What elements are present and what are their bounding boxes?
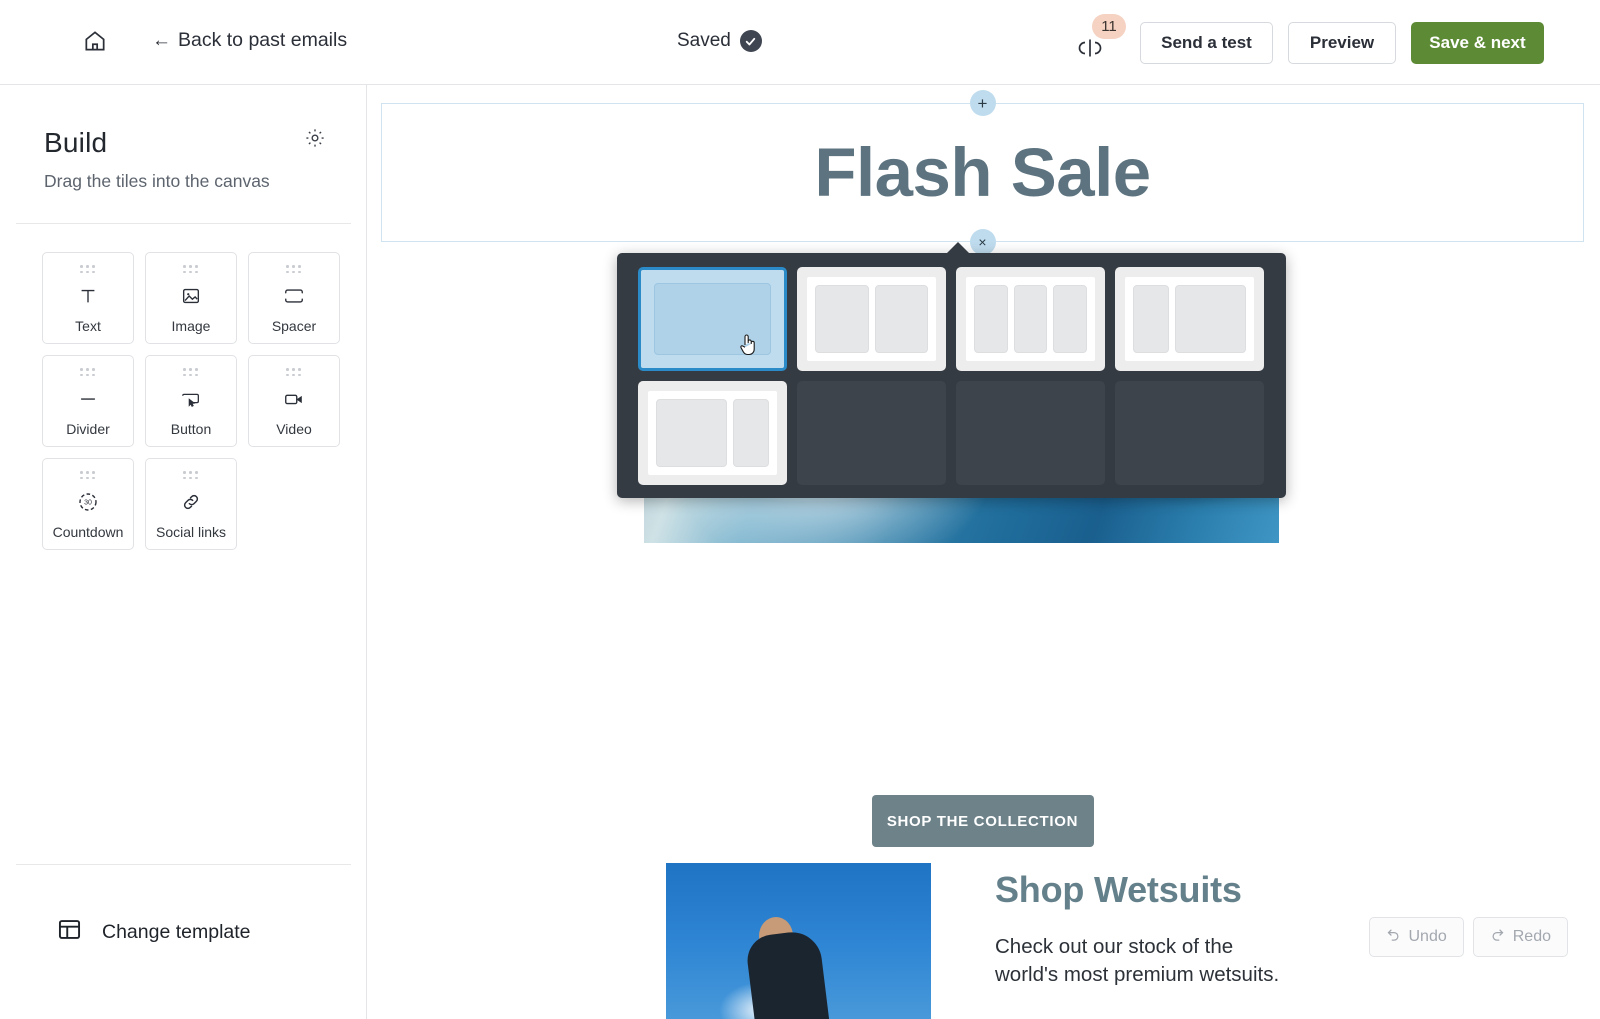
back-link-label: Back to past emails (178, 29, 348, 51)
drag-handle-icon[interactable] (183, 265, 199, 274)
wetsuits-image[interactable] (666, 863, 931, 1019)
drag-handle-icon[interactable] (183, 471, 199, 480)
redo-button[interactable]: Redo (1472, 917, 1568, 957)
layout-option-three-column-equal[interactable] (956, 267, 1105, 371)
tile-image[interactable]: Image (145, 252, 237, 344)
tile-label: Text (75, 318, 101, 334)
undo-arrow-icon (1386, 927, 1401, 947)
button-icon (179, 377, 203, 421)
tile-divider[interactable]: Divider (42, 355, 134, 447)
svg-text:30: 30 (84, 500, 92, 507)
tile-label: Spacer (271, 318, 317, 334)
layout-options-grid (638, 267, 1286, 485)
layout-empty-slot (956, 381, 1105, 485)
change-template-label: Change template (102, 921, 251, 943)
drag-handle-icon[interactable] (286, 265, 302, 274)
settings-button[interactable] (304, 127, 326, 154)
tile-social-links[interactable]: Social links (145, 458, 237, 550)
tile-label: Video (276, 421, 312, 437)
shop-the-collection-button[interactable]: SHOP THE COLLECTION (871, 795, 1094, 847)
drag-handle-icon[interactable] (286, 368, 302, 377)
tile-spacer[interactable]: Spacer (248, 252, 340, 344)
gear-icon (304, 129, 326, 153)
add-block-button[interactable]: + (969, 90, 996, 116)
wetsuits-title: Shop Wetsuits (995, 869, 1242, 910)
tile-label: Image (171, 318, 211, 334)
remove-block-button[interactable]: × (969, 229, 996, 255)
tile-video[interactable]: Video (248, 355, 340, 447)
undo-button[interactable]: Undo (1368, 917, 1464, 957)
sidebar-subtitle: Drag the tiles into the canvas (44, 171, 270, 191)
build-sidebar: Build Drag the tiles into the canvas Tex… (0, 85, 367, 1019)
tile-countdown[interactable]: 30 Countdown (42, 458, 134, 550)
tile-label: Button (170, 421, 212, 437)
tile-label: Countdown (52, 524, 124, 540)
hero-title: Flash Sale (814, 134, 1151, 211)
drag-handle-icon[interactable] (80, 471, 96, 480)
spacer-icon (282, 274, 306, 318)
link-icon (180, 480, 202, 524)
tile-label: Divider (66, 421, 110, 437)
save-status: Saved (677, 30, 762, 52)
tile-palette: Text Image Spacer Divider Button Video 3… (42, 252, 358, 550)
sidebar-divider (16, 223, 351, 224)
undo-label: Undo (1408, 928, 1447, 945)
image-person-body (744, 929, 832, 1019)
collaborators-button[interactable]: 11 (1072, 14, 1126, 66)
wetsuits-section: Shop Wetsuits Check out our stock of the… (666, 863, 1316, 1019)
layout-icon (56, 916, 83, 949)
change-template-button[interactable]: Change template (56, 916, 251, 949)
history-controls: Undo Redo (1368, 917, 1568, 957)
preview-button[interactable]: Preview (1288, 22, 1396, 64)
redo-label: Redo (1512, 928, 1551, 945)
tile-text[interactable]: Text (42, 252, 134, 344)
text-icon (77, 274, 99, 318)
tile-button[interactable]: Button (145, 355, 237, 447)
email-builder-app: ← Back to past emails Saved 11 Send a te… (0, 0, 1600, 1019)
layout-option-two-column-wide-narrow[interactable] (638, 381, 787, 485)
layout-empty-slot (797, 381, 946, 485)
popup-pointer (947, 242, 969, 253)
check-circle-icon (739, 30, 762, 52)
home-button[interactable] (78, 26, 112, 60)
layout-option-two-column-narrow-wide[interactable] (1115, 267, 1264, 371)
email-document: + Flash Sale × SHOP THE COLLECTION Shop … (381, 90, 1584, 1019)
save-and-next-button[interactable]: Save & next (1411, 22, 1544, 64)
sidebar-title: Build (44, 127, 108, 158)
layout-option-one-column[interactable] (638, 267, 787, 371)
drag-handle-icon[interactable] (80, 368, 96, 377)
save-status-label: Saved (677, 30, 731, 51)
countdown-icon: 30 (76, 480, 100, 524)
sidebar-header: Build Drag the tiles into the canvas (0, 85, 366, 192)
divider-icon (76, 377, 100, 421)
drag-handle-icon[interactable] (80, 265, 96, 274)
layout-option-two-column-equal[interactable] (797, 267, 946, 371)
redo-arrow-icon (1490, 927, 1505, 947)
back-to-past-emails-link[interactable]: ← Back to past emails (152, 29, 347, 52)
wetsuits-copy: Shop Wetsuits Check out our stock of the… (995, 863, 1295, 1019)
hero-text-block[interactable]: + Flash Sale × (381, 90, 1584, 255)
video-icon (282, 377, 306, 421)
layout-picker-popup (617, 242, 1286, 498)
drag-handle-icon[interactable] (183, 368, 199, 377)
layout-empty-slot (1115, 381, 1264, 485)
back-arrow-icon: ← (152, 30, 171, 51)
email-canvas[interactable]: + Flash Sale × SHOP THE COLLECTION Shop … (367, 85, 1600, 1019)
top-toolbar: ← Back to past emails Saved 11 Send a te… (0, 0, 1600, 85)
send-a-test-button[interactable]: Send a test (1140, 22, 1273, 64)
sidebar-footer-divider (16, 864, 351, 865)
tile-label: Social links (155, 524, 227, 540)
collaborators-icon (1074, 36, 1106, 65)
image-icon (180, 274, 202, 318)
wetsuits-body: Check out our stock of the world's most … (995, 935, 1280, 987)
home-icon (82, 28, 108, 59)
